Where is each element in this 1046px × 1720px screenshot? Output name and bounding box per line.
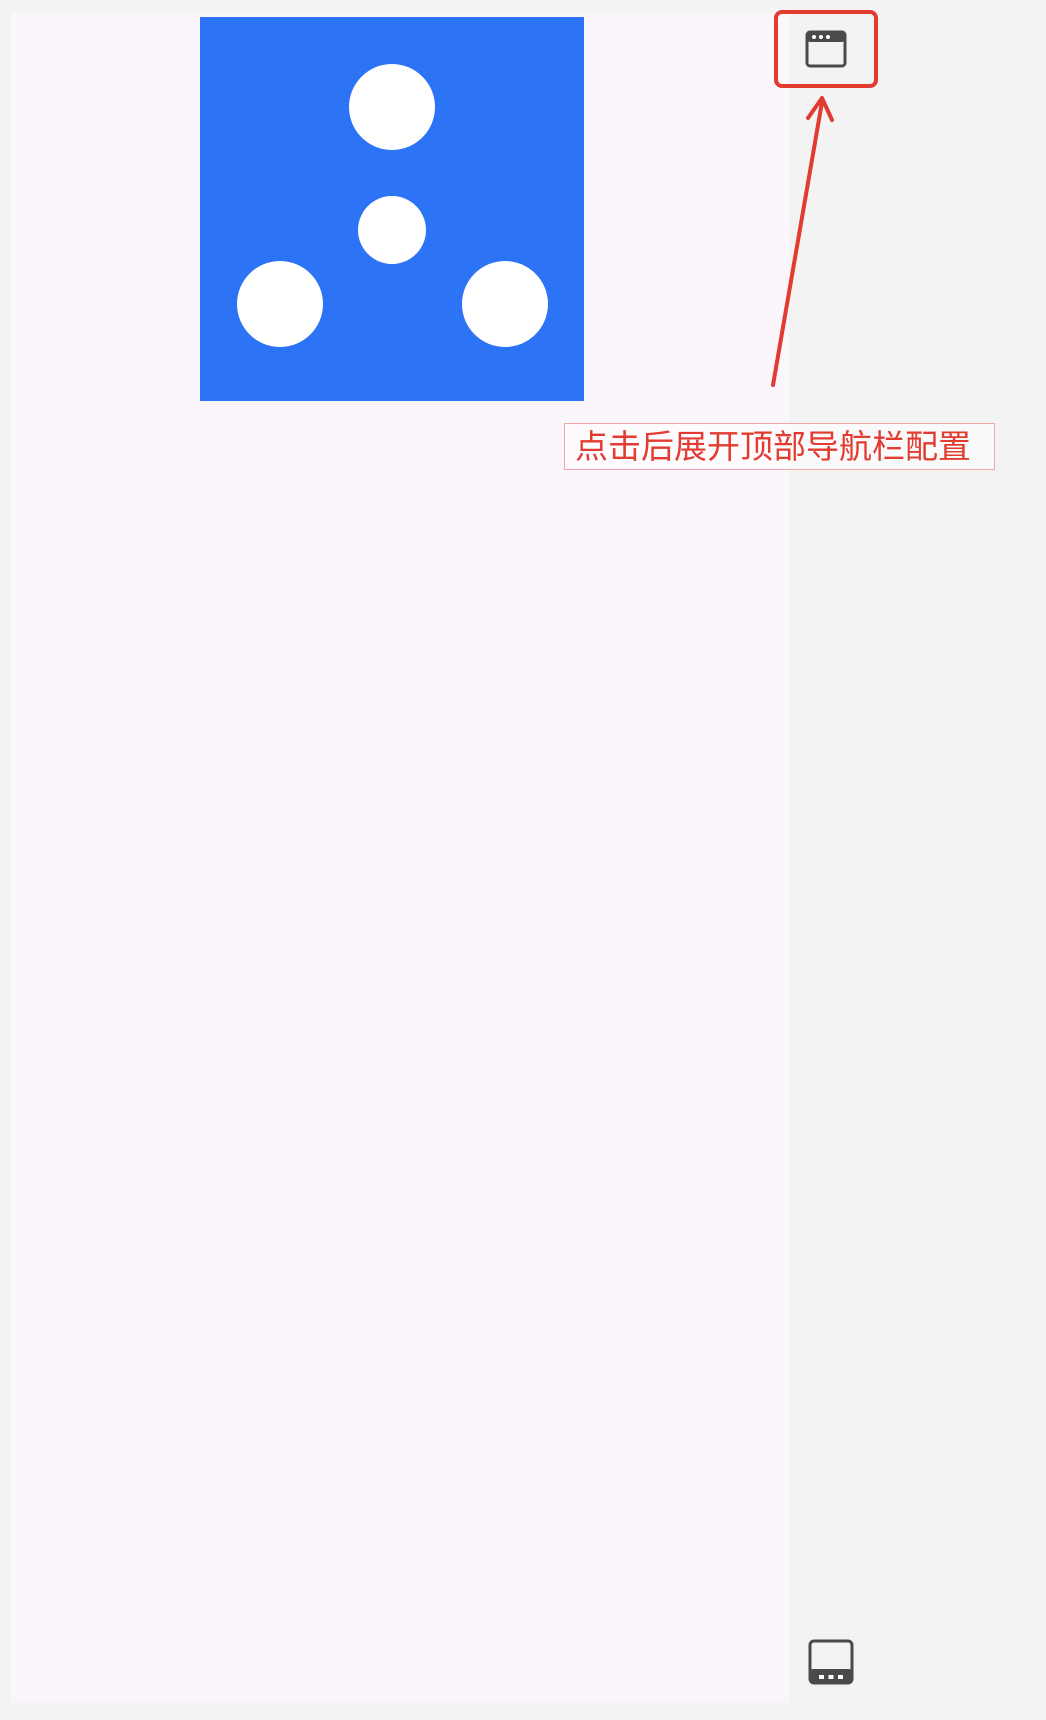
window-top-bar-icon — [805, 30, 847, 68]
logo-dot-left — [237, 261, 323, 347]
top-nav-config-button[interactable] — [774, 10, 878, 88]
logo-dot-top — [349, 64, 435, 150]
app-logo — [200, 17, 584, 401]
logo-dot-right — [462, 261, 548, 347]
annotation-label: 点击后展开顶部导航栏配置 — [564, 423, 995, 470]
window-bottom-bar-icon — [808, 1639, 854, 1685]
bottom-nav-config-button[interactable] — [801, 1636, 861, 1688]
canvas: 点击后展开顶部导航栏配置 — [0, 0, 1046, 1720]
logo-dot-center — [358, 196, 426, 264]
logo-dots-graphic — [237, 64, 548, 347]
